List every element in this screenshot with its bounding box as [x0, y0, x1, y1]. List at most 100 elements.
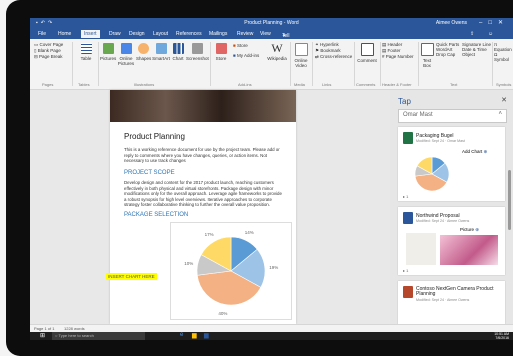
- online-pictures-icon: [120, 43, 132, 54]
- media-group-label: Media: [294, 82, 305, 87]
- chart-button[interactable]: Chart: [171, 43, 185, 61]
- page-number-button[interactable]: # Page Number: [382, 54, 414, 59]
- text-group-2: Signature Line Date & Time Object: [462, 42, 491, 57]
- online-pictures-button[interactable]: Online Pictures: [117, 43, 135, 66]
- comment-label: Comment: [357, 58, 377, 63]
- symbol-button[interactable]: Ω Symbol: [494, 52, 513, 62]
- divider: [354, 42, 355, 86]
- chart-frame[interactable]: 14% 19% 40% 10% 17%: [170, 222, 292, 320]
- online-video-button[interactable]: Online Video: [292, 43, 310, 68]
- tab-review[interactable]: Review: [237, 31, 253, 37]
- intro-paragraph[interactable]: This is a working reference document for…: [124, 147, 284, 164]
- text-box-icon: [420, 43, 434, 56]
- selection-heading[interactable]: PACKAGE SELECTION: [124, 212, 188, 218]
- store-button[interactable]: Store: [212, 43, 230, 61]
- document-title[interactable]: Product Planning: [124, 132, 185, 141]
- addins-group-label: Add-ins: [238, 82, 252, 87]
- cover-page-icon: ▭: [34, 42, 39, 47]
- scope-heading[interactable]: PROJECT SCOPE: [124, 170, 175, 176]
- text-box-button[interactable]: Text Box: [420, 43, 434, 68]
- store-icon: [215, 43, 227, 54]
- page-break-label: Page Break: [39, 54, 63, 59]
- share-icon[interactable]: ⇪: [470, 31, 474, 37]
- tab-file[interactable]: File: [38, 31, 46, 37]
- drop-cap-button[interactable]: Drop Cap: [436, 52, 459, 57]
- close-icon[interactable]: ✕: [501, 96, 507, 104]
- tab-references[interactable]: References: [176, 31, 202, 37]
- play-icon[interactable]: ▸: [403, 268, 405, 273]
- ribbon-tabs: File Home Insert Draw Design Layout Refe…: [30, 29, 513, 75]
- taskbar-search[interactable]: ○ Type here to search: [52, 332, 145, 340]
- tap-card[interactable]: Contoso NextGen Camera Product Planning …: [398, 281, 505, 324]
- divider: [210, 42, 211, 86]
- online-pictures-label: Online Pictures: [117, 56, 135, 66]
- shapes-button[interactable]: Shapes: [136, 43, 151, 61]
- card-footer: ▸ 1: [403, 194, 408, 199]
- tap-card[interactable]: Packaging Bugel Modified: Sept 24 · Omar…: [398, 127, 505, 201]
- page-number-icon: #: [382, 54, 385, 59]
- store-label: Store: [215, 56, 227, 61]
- chart-icon: [172, 43, 184, 54]
- card-subtitle: Modified: Sept 24 · Aimee Owens: [416, 219, 470, 223]
- tab-home[interactable]: Home: [58, 31, 71, 37]
- store-small-label: Store: [236, 43, 248, 48]
- tab-draw[interactable]: Draw: [109, 31, 121, 37]
- divider: [72, 42, 73, 86]
- chart-label: Chart: [172, 56, 184, 61]
- user-name[interactable]: Aimee Owens: [436, 20, 467, 26]
- window-controls[interactable]: –□✕: [479, 19, 509, 26]
- tap-pane: Tap ✕ Omar Mast ˄ Packaging Bugel Modifi…: [390, 90, 513, 324]
- tab-insert[interactable]: Insert: [81, 30, 100, 38]
- pictures-button[interactable]: Pictures: [100, 43, 116, 61]
- table-label: Table: [80, 56, 92, 61]
- tab-mailings[interactable]: Mailings: [209, 31, 227, 37]
- smiley-icon[interactable]: ☺: [488, 31, 493, 37]
- chevron-up-icon[interactable]: ˄: [498, 111, 502, 117]
- tab-view[interactable]: View: [260, 31, 271, 37]
- equation-button[interactable]: π Equation: [494, 42, 513, 52]
- word-count[interactable]: 1228 words: [64, 326, 85, 331]
- screenshot-button[interactable]: Screenshot: [186, 43, 209, 61]
- clock[interactable]: 10:51 AM 7/6/2016: [494, 332, 509, 340]
- edge-icon[interactable]: e: [180, 332, 183, 338]
- minimize-icon[interactable]: –: [479, 20, 488, 26]
- cross-reference-button[interactable]: ⇄ Cross-reference: [315, 54, 352, 60]
- addins-icon: ■: [233, 53, 236, 58]
- play-icon[interactable]: ▸: [403, 194, 405, 199]
- scrollbar[interactable]: [508, 170, 511, 230]
- windows-start-icon[interactable]: ⊞: [40, 332, 45, 339]
- tab-design[interactable]: Design: [129, 31, 145, 37]
- document-page[interactable]: Product Planning This is a working refer…: [106, 90, 296, 324]
- taskbar-search-placeholder: Type here to search: [58, 333, 94, 338]
- header-icon: ▤: [382, 42, 387, 47]
- store-small-button[interactable]: ■ Store: [233, 43, 248, 48]
- hyperlink-icon: ⚭: [315, 42, 319, 47]
- table-button[interactable]: Table: [76, 43, 96, 61]
- page-indicator[interactable]: Page 1 of 1: [34, 326, 54, 331]
- footer-icon: ▤: [382, 48, 387, 53]
- add-picture-button[interactable]: Picture ⊕: [460, 227, 479, 233]
- bookmark-icon: ⚑: [315, 48, 320, 53]
- document-area[interactable]: Product Planning This is a working refer…: [30, 90, 390, 324]
- scope-paragraph[interactable]: Develop design and content for the 2017 …: [124, 180, 284, 208]
- file-explorer-icon[interactable]: ▆: [192, 332, 197, 339]
- pie-data-label: 10%: [184, 261, 193, 266]
- word-taskbar-icon[interactable]: ▆: [204, 332, 209, 339]
- tap-card[interactable]: Northwind Proposal Modified: Sept 24 · A…: [398, 207, 505, 275]
- wikipedia-button[interactable]: W Wikipedia: [266, 41, 288, 61]
- title-bar: ▪↶↷ Product Planning - Word Aimee Owens …: [30, 18, 513, 29]
- close-icon[interactable]: ✕: [498, 20, 509, 26]
- comment-button[interactable]: Comment: [356, 43, 378, 63]
- pie-chart[interactable]: 14% 19% 40% 10% 17%: [171, 223, 291, 319]
- smartart-button[interactable]: SmartArt: [152, 43, 170, 61]
- tap-search-input[interactable]: Omar Mast ˄: [398, 109, 507, 123]
- illustrations-group-label: Illustrations: [134, 82, 155, 87]
- tab-layout[interactable]: Layout: [153, 31, 168, 37]
- divider: [98, 42, 99, 86]
- pages-group: ▭ Cover Page ▯ Blank Page ⊟ Page Break: [34, 42, 63, 60]
- page-break-button[interactable]: ⊟ Page Break: [34, 54, 63, 60]
- object-button[interactable]: Object: [462, 52, 491, 57]
- my-addins-label: My Add-ins: [236, 53, 260, 58]
- maximize-icon[interactable]: □: [488, 20, 498, 26]
- my-addins-button[interactable]: ■ My Add-ins: [233, 53, 259, 58]
